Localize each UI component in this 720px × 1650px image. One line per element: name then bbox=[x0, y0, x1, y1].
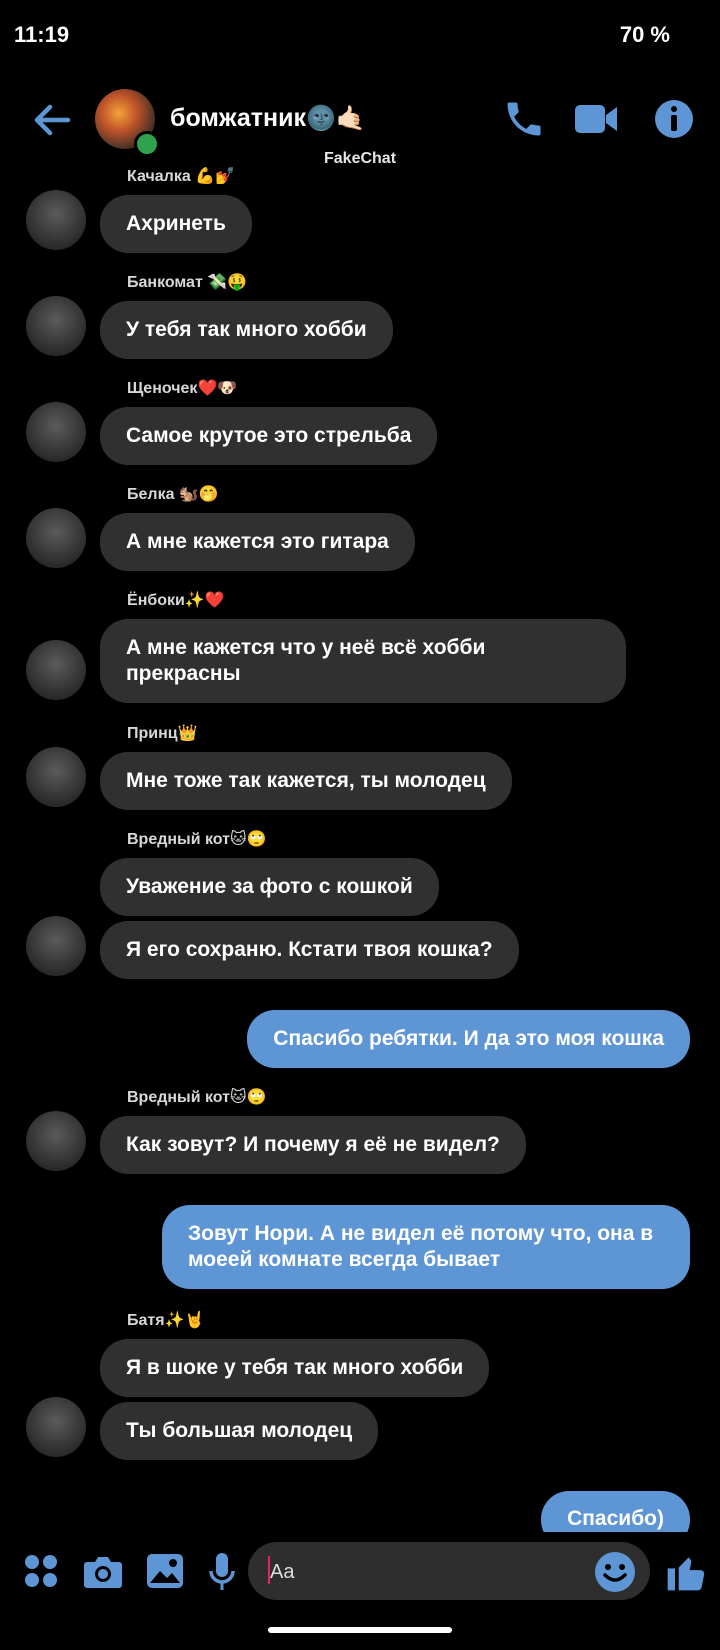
message-input[interactable] bbox=[268, 1555, 572, 1589]
phone-icon[interactable] bbox=[502, 96, 546, 142]
message-bubble[interactable]: Я в шоке у тебя так много хобби bbox=[100, 1339, 490, 1397]
battery-level: 70 % bbox=[619, 22, 670, 47]
message-sender: Ёнбоки✨❤️ bbox=[127, 592, 225, 609]
message-sender: Принц👑 bbox=[127, 725, 198, 742]
info-icon[interactable] bbox=[652, 96, 696, 142]
avatar[interactable] bbox=[26, 916, 86, 976]
avatar[interactable] bbox=[26, 1111, 86, 1171]
message-sender: Вредный кот🐱🙄 bbox=[127, 1089, 267, 1106]
camera-icon[interactable] bbox=[83, 1553, 123, 1594]
outgoing-message-bubble[interactable]: Зовут Нори. А не видел её потому что, он… bbox=[162, 1205, 690, 1289]
message-bubble[interactable]: Мне тоже так кажется, ты молодец bbox=[100, 752, 512, 810]
message-bubble[interactable]: Ахринеть bbox=[100, 195, 252, 253]
message-bubble[interactable]: А мне кажется что у неё всё хобби прекра… bbox=[100, 619, 626, 703]
avatar[interactable] bbox=[26, 402, 86, 462]
chat-title[interactable]: бомжатник🌚🤙🏻 bbox=[170, 104, 366, 133]
microphone-icon[interactable] bbox=[208, 1552, 236, 1597]
home-indicator[interactable] bbox=[268, 1627, 452, 1633]
outgoing-message-bubble[interactable]: Спасибо ребятки. И да это моя кошка bbox=[247, 1010, 690, 1068]
message-bubble[interactable]: Как зовут? И почему я её не видел? bbox=[100, 1116, 526, 1174]
avatar[interactable] bbox=[26, 640, 86, 700]
status-time: 11:19 bbox=[14, 22, 70, 47]
message-sender: Щеночек❤️🐶 bbox=[127, 380, 238, 397]
message-sender: Белка 🐿️🤭 bbox=[127, 486, 219, 503]
message-bubble[interactable]: Самое крутое это стрельба bbox=[100, 407, 438, 465]
avatar[interactable] bbox=[26, 747, 86, 807]
message-bubble[interactable]: Я его сохраню. Кстати твоя кошка? bbox=[100, 921, 519, 979]
thumbs-up-icon[interactable] bbox=[664, 1550, 708, 1599]
apps-grid-icon[interactable] bbox=[24, 1554, 58, 1593]
message-bubble[interactable]: Уважение за фото с кошкой bbox=[100, 858, 439, 916]
emoji-icon[interactable] bbox=[594, 1551, 636, 1598]
message-sender: Вредный кот🐱🙄 bbox=[127, 831, 267, 848]
message-sender: Банкомат 💸🤑 bbox=[127, 274, 248, 291]
avatar[interactable] bbox=[26, 1397, 86, 1457]
message-clip: Спасибо) bbox=[0, 1450, 720, 1532]
back-arrow-icon[interactable] bbox=[30, 98, 74, 142]
chat-title-emoji: 🌚🤙🏻 bbox=[306, 105, 366, 132]
watermark: FakeChat bbox=[324, 150, 397, 167]
message-bubble[interactable]: У тебя так много хобби bbox=[100, 301, 393, 359]
online-indicator bbox=[134, 131, 160, 157]
message-bubble[interactable]: А мне кажется это гитара bbox=[100, 513, 415, 571]
avatar[interactable] bbox=[26, 296, 86, 356]
avatar[interactable] bbox=[26, 190, 86, 250]
text-cursor bbox=[268, 1556, 270, 1584]
message-sender: Батя✨🤘 bbox=[127, 1312, 205, 1329]
video-camera-icon[interactable] bbox=[573, 96, 617, 142]
outgoing-message-bubble[interactable]: Спасибо) bbox=[541, 1491, 690, 1532]
gallery-icon[interactable] bbox=[146, 1553, 184, 1594]
avatar[interactable] bbox=[26, 508, 86, 568]
message-sender: Качалка 💪💅 bbox=[127, 168, 236, 185]
chat-title-text: бомжатник bbox=[170, 104, 307, 132]
